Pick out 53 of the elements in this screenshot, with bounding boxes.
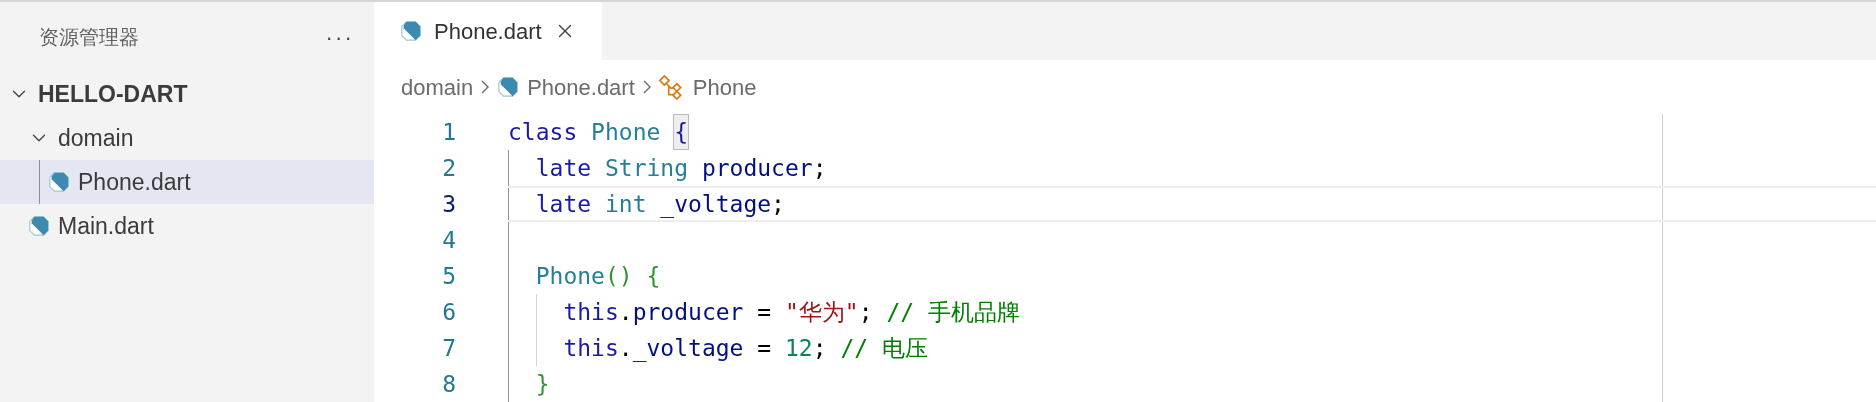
code-token: producer	[701, 153, 813, 183]
breadcrumb-item[interactable]: Phone.dart	[527, 70, 635, 104]
editor-tab[interactable]: Phone.dart	[374, 2, 602, 61]
code-token: this	[562, 333, 619, 363]
dart-file-icon	[48, 171, 70, 193]
code-token: producer	[632, 297, 744, 327]
line-number: 2	[441, 153, 456, 183]
line-number: 8	[441, 369, 456, 399]
code-token: Phone	[534, 261, 605, 291]
breadcrumb-item[interactable]: domain	[401, 70, 474, 104]
code-token: // 电压	[840, 333, 928, 363]
line-number: 4	[441, 225, 456, 255]
code-token: .	[618, 333, 633, 361]
code-token: {	[674, 114, 689, 150]
code-token: }	[534, 369, 550, 399]
folder-item[interactable]: domain	[0, 116, 374, 160]
code-token: ;	[812, 153, 827, 183]
dart-file-icon	[497, 76, 520, 99]
code-token: ;	[771, 189, 785, 219]
file-item[interactable]: Phone.dart	[0, 160, 374, 204]
chevron-right-icon	[642, 80, 651, 95]
code-token: =	[756, 297, 773, 327]
code-token: int	[604, 189, 648, 219]
code-token: this	[562, 297, 619, 327]
code-token: late	[534, 153, 593, 183]
code-token: "华为"	[784, 297, 859, 327]
code-token: .	[618, 297, 633, 327]
code-token: =	[756, 333, 773, 363]
code-token: () {	[604, 261, 661, 291]
code-token: _voltage	[632, 333, 744, 364]
code-token: String	[604, 153, 690, 183]
dart-file-icon	[28, 215, 50, 237]
code-token: late	[534, 189, 593, 219]
code-token: 12	[784, 333, 813, 363]
chevron-right-icon	[481, 80, 490, 95]
code-token: class	[508, 117, 579, 147]
line-number: 3	[441, 189, 456, 219]
code-token: ;	[812, 333, 828, 363]
line-number: 5	[441, 261, 456, 291]
class-symbol-icon	[658, 74, 685, 101]
folder-item[interactable]: HELLO-DART	[0, 72, 374, 116]
code-token: Phone	[591, 117, 662, 147]
dart-file-icon	[400, 20, 422, 43]
sidebar-title: 资源管理器	[39, 25, 139, 50]
more-actions-button[interactable]: ···	[325, 20, 354, 54]
line-number: 1	[441, 117, 456, 147]
breadcrumb-item[interactable]: Phone	[692, 70, 757, 104]
code-token: ;	[858, 297, 874, 327]
code-token: // 手机品牌	[886, 297, 1020, 327]
line-number: 6	[441, 297, 456, 327]
code-token: _voltage	[660, 189, 772, 220]
file-item[interactable]: Main.dart	[0, 204, 374, 248]
line-number: 7	[441, 333, 456, 363]
